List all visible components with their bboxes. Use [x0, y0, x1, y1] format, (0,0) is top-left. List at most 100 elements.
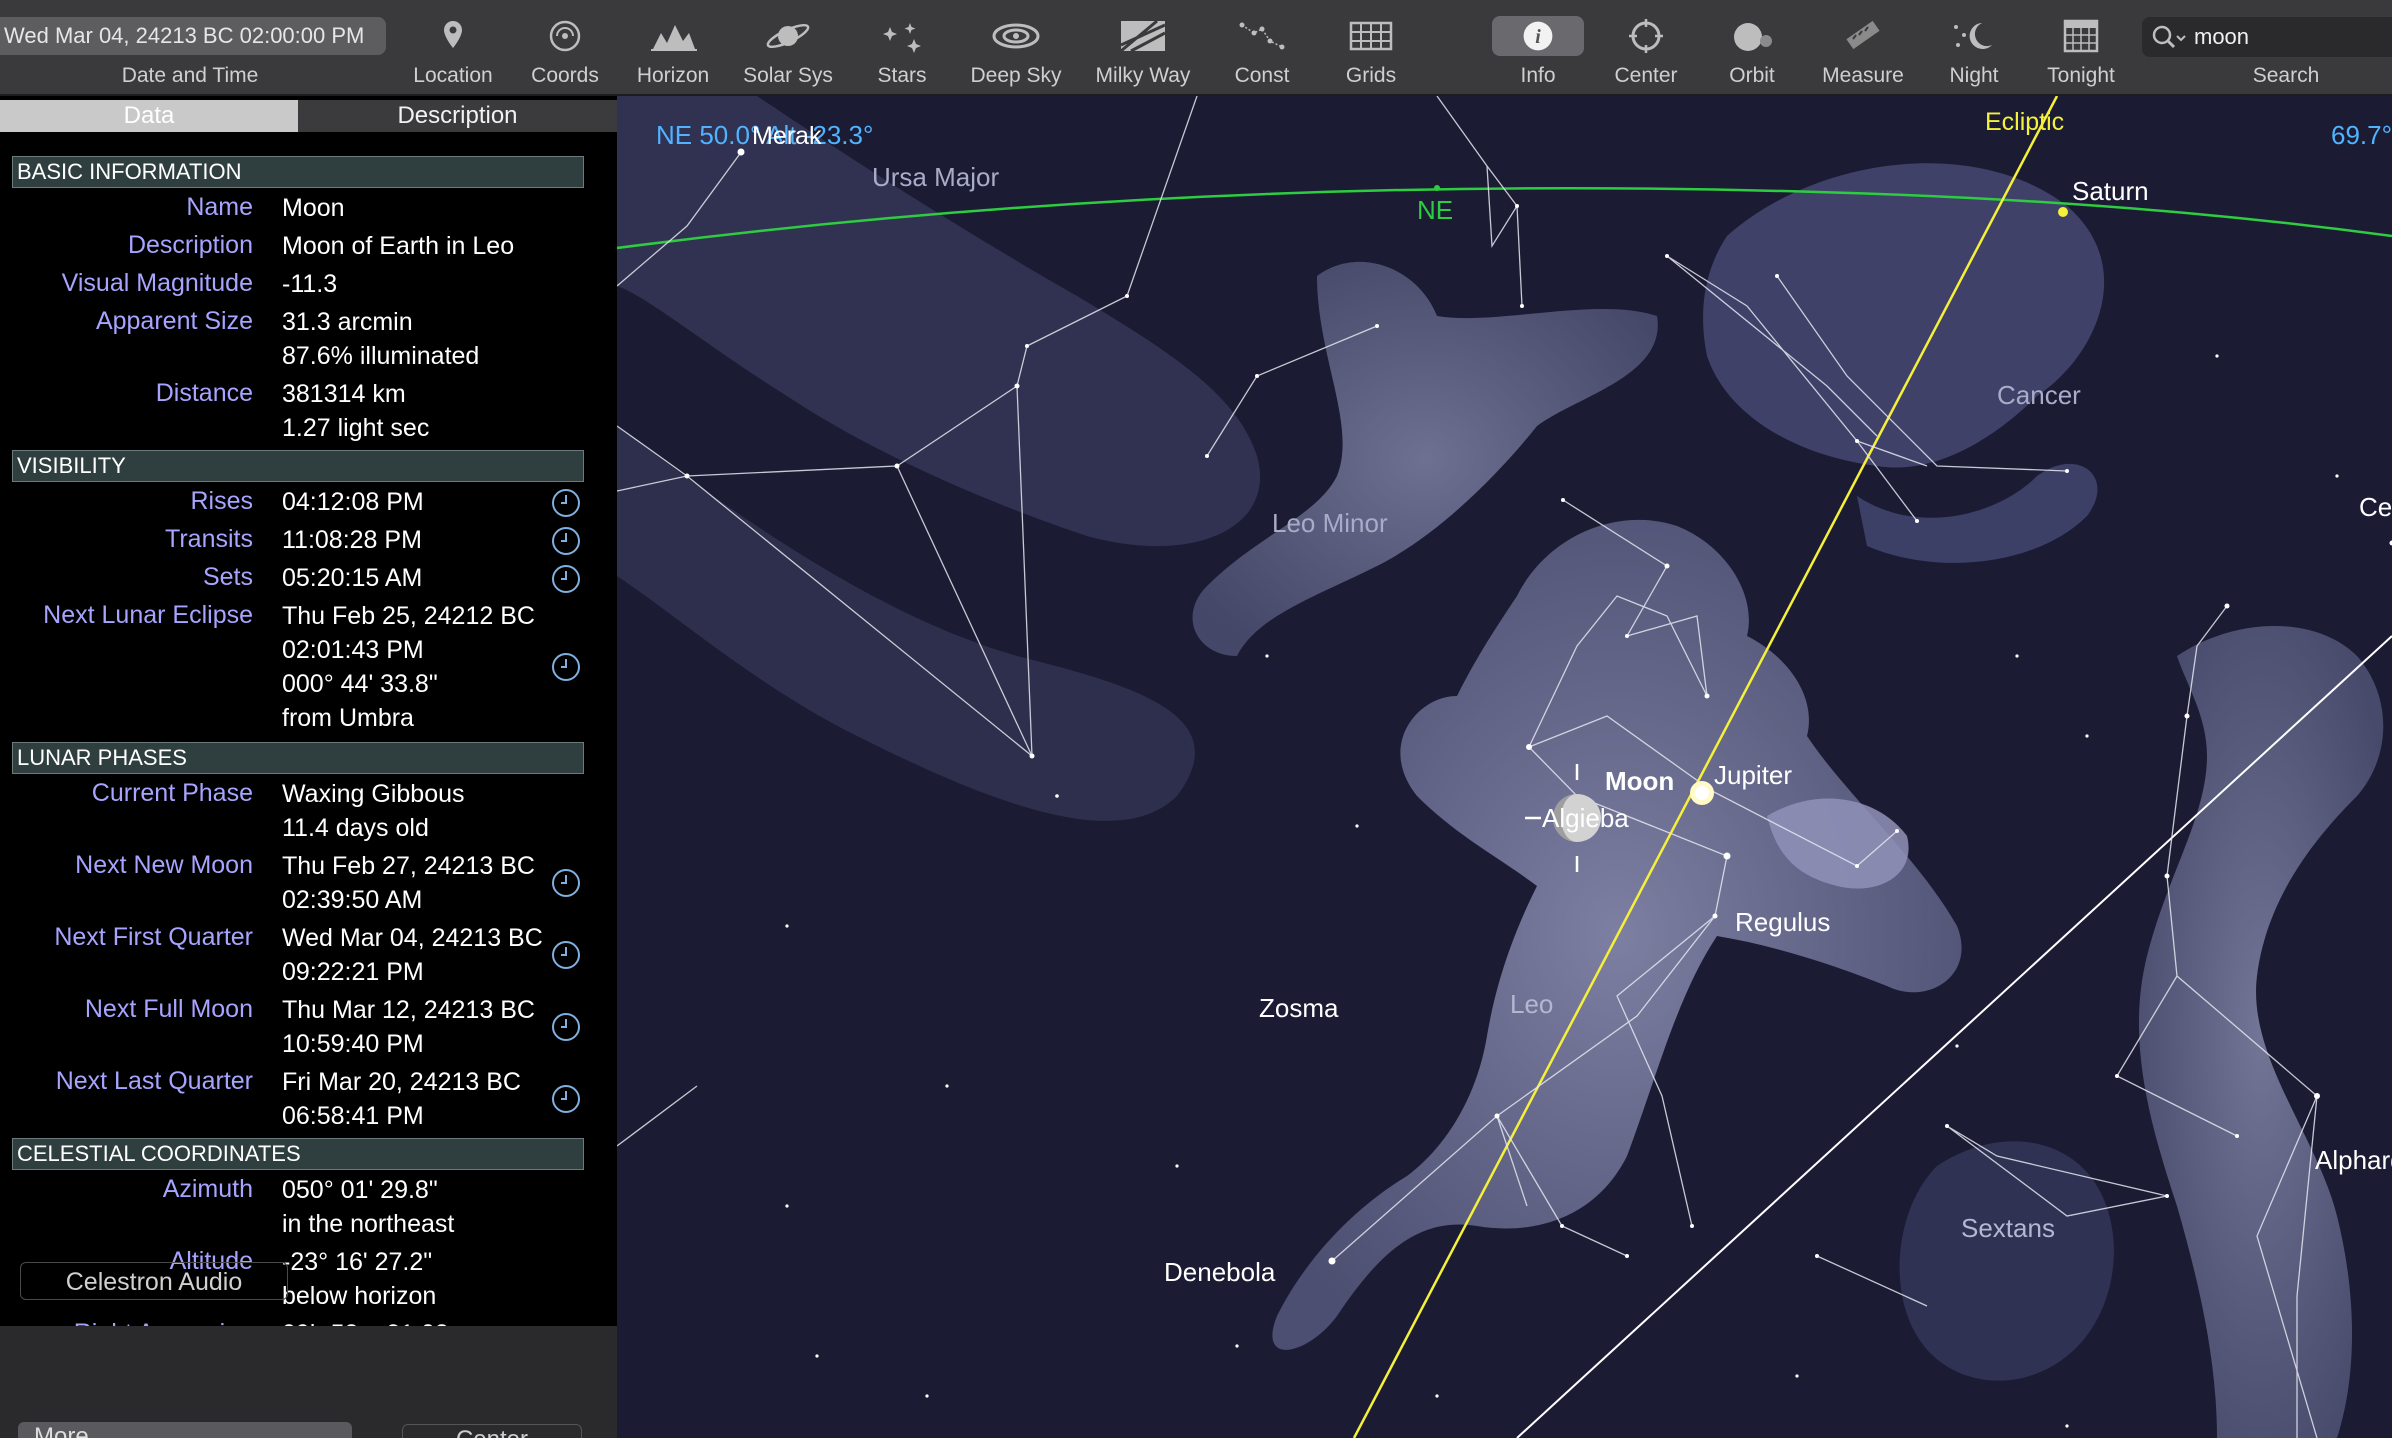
next-last-quarter-label: Next Last Quarter: [55, 1067, 253, 1095]
toolbar-search-label: Search: [2252, 64, 2320, 87]
tab-data[interactable]: Data: [0, 100, 298, 132]
visual-magnitude-value: -11.3: [282, 270, 338, 298]
distance-label: Distance: [155, 379, 253, 407]
star-label-regulus[interactable]: Regulus: [1735, 907, 1830, 937]
next-new-moon-label: Next New Moon: [75, 851, 253, 879]
location-pin-icon[interactable]: [425, 14, 481, 58]
azimuth-direction: in the northeast: [282, 1210, 455, 1238]
constellation-label-leo-minor[interactable]: Leo Minor: [1272, 508, 1388, 538]
saturn-marker[interactable]: [2058, 207, 2068, 217]
full-moon-clock-icon[interactable]: [550, 1011, 582, 1043]
toolbar-grids-label[interactable]: Grids: [1346, 64, 1396, 88]
galaxy-icon[interactable]: [988, 14, 1044, 58]
sets-value: 05:20:15 AM: [282, 564, 423, 592]
star-label-zosma[interactable]: Zosma: [1259, 993, 1339, 1023]
sky-view[interactable]: NE 50.0° Alt -23.3° 69.7° Ecliptic NE Ur…: [617, 96, 2392, 1438]
transits-clock-icon[interactable]: [550, 525, 582, 557]
moon-label[interactable]: Moon: [1605, 766, 1674, 796]
toolbar-milky-way-label[interactable]: Milky Way: [1096, 64, 1191, 88]
toolbar-center-label[interactable]: Center: [1614, 64, 1677, 88]
toolbar-info-label[interactable]: Info: [1520, 64, 1555, 88]
cancer-claws-artwork: [1857, 463, 2098, 563]
section-lunar-phases[interactable]: LUNAR PHASES: [12, 742, 584, 774]
next-new-moon-date: Thu Feb 27, 24213 BC: [282, 852, 535, 880]
moon-age-value: 11.4 days old: [282, 814, 429, 842]
toolbar-measure-label[interactable]: Measure: [1822, 64, 1904, 88]
constellation-label-leo[interactable]: Leo: [1510, 989, 1553, 1019]
calendar-icon[interactable]: [2053, 14, 2109, 58]
toolbar-const-label[interactable]: Const: [1235, 64, 1290, 88]
sets-clock-icon[interactable]: [550, 563, 582, 595]
planet-label-jupiter[interactable]: Jupiter: [1714, 760, 1792, 790]
info-scroll-area[interactable]: BASIC INFORMATION Name Moon Description …: [0, 156, 617, 1428]
toolbar-solar-sys-label[interactable]: Solar Sys: [743, 64, 833, 88]
toolbar-deep-sky-label[interactable]: Deep Sky: [970, 64, 1061, 88]
more-popup-button[interactable]: More: [18, 1422, 352, 1438]
next-first-quarter-time: 09:22:21 PM: [282, 958, 424, 986]
orbit-icon[interactable]: [1724, 14, 1780, 58]
hydra-artwork: [2138, 626, 2384, 1438]
constellation-label-ursa-major[interactable]: Ursa Major: [872, 162, 999, 192]
next-full-moon-date: Thu Mar 12, 24213 BC: [282, 996, 535, 1024]
grid-icon[interactable]: [1343, 14, 1399, 58]
toolbar-tonight-label[interactable]: Tonight: [2047, 64, 2115, 88]
info-icon[interactable]: i: [1492, 16, 1584, 56]
apparent-size-label: Apparent Size: [95, 307, 253, 335]
starry-night-window: Wed Mar 04, 24213 BC 02:00:00 PM Date an…: [0, 0, 2392, 1438]
next-first-quarter-label: Next First Quarter: [54, 923, 253, 951]
moon-icon[interactable]: [1946, 14, 2002, 58]
planet-label-saturn[interactable]: Saturn: [2072, 176, 2149, 206]
next-last-quarter-date: Fri Mar 20, 24213 BC: [282, 1068, 521, 1096]
first-quarter-clock-icon[interactable]: [550, 939, 582, 971]
eclipse-clock-icon[interactable]: [550, 651, 582, 683]
altitude-value: -23° 16' 27.2": [282, 1248, 433, 1276]
section-celestial-coordinates[interactable]: CELESTIAL COORDINATES: [12, 1138, 584, 1170]
next-full-moon-label: Next Full Moon: [84, 995, 253, 1023]
name-label: Name: [186, 193, 253, 221]
constellation-icon[interactable]: [1234, 14, 1290, 58]
toolbar-stars-label[interactable]: Stars: [877, 64, 926, 88]
constellation-label-cancer[interactable]: Cancer: [1997, 380, 2081, 410]
star-label-alphard[interactable]: Alphard: [2315, 1145, 2392, 1175]
next-first-quarter-date: Wed Mar 04, 24213 BC: [282, 924, 543, 952]
ruler-icon[interactable]: [1835, 14, 1891, 58]
info-panel: Data Description BASIC INFORMATION Name …: [0, 96, 617, 1438]
milky-way-icon[interactable]: [1115, 14, 1171, 58]
horizon-icon[interactable]: [645, 14, 701, 58]
toolbar-night-label[interactable]: Night: [1949, 64, 1998, 88]
lunar-eclipse-magnitude: 000° 44' 33.8": [282, 670, 438, 698]
star-label-algieba[interactable]: Algieba: [1542, 803, 1629, 833]
cancer-artwork: [1703, 163, 2105, 468]
center-button[interactable]: Center: [402, 1424, 582, 1438]
stars-icon[interactable]: [874, 14, 930, 58]
star-label-merak[interactable]: Merak: [752, 122, 822, 150]
coords-icon[interactable]: [537, 14, 593, 58]
toolbar-coords-label[interactable]: Coords: [531, 64, 599, 88]
date-time-field[interactable]: Wed Mar 04, 24213 BC 02:00:00 PM: [0, 17, 386, 55]
azimuth-label: Azimuth: [162, 1175, 253, 1203]
section-basic-information[interactable]: BASIC INFORMATION: [12, 156, 584, 188]
toolbar-horizon-label[interactable]: Horizon: [637, 64, 709, 88]
rises-clock-icon[interactable]: [550, 487, 582, 519]
next-full-moon-time: 10:59:40 PM: [282, 1030, 424, 1058]
constellation-label-sextans[interactable]: Sextans: [1961, 1213, 2055, 1243]
next-last-quarter-time: 06:58:41 PM: [282, 1102, 424, 1130]
star-label-denebola[interactable]: Denebola: [1164, 1257, 1276, 1287]
new-moon-clock-icon[interactable]: [550, 867, 582, 899]
sky-canvas[interactable]: NE 50.0° Alt -23.3° 69.7° Ecliptic NE Ur…: [617, 96, 2392, 1438]
ecliptic-label: Ecliptic: [1985, 108, 2064, 136]
illumination-value: 87.6% illuminated: [282, 342, 480, 370]
horizon-direction-label: NE: [1417, 195, 1453, 225]
toolbar-location-label[interactable]: Location: [413, 64, 492, 88]
tab-description[interactable]: Description: [298, 100, 617, 132]
planet-icon[interactable]: [760, 14, 816, 58]
last-quarter-clock-icon[interactable]: [550, 1083, 582, 1115]
lunar-eclipse-date: Thu Feb 25, 24212 BC: [282, 602, 535, 630]
toolbar-orbit-label[interactable]: Orbit: [1729, 64, 1775, 88]
search-icon[interactable]: [2150, 24, 2186, 52]
section-visibility[interactable]: VISIBILITY: [12, 450, 584, 482]
celestron-audio-button[interactable]: Celestron Audio: [20, 1262, 288, 1300]
center-icon[interactable]: [1618, 14, 1674, 58]
sextans-artwork: [1899, 1141, 2114, 1381]
rises-label: Rises: [190, 487, 253, 515]
